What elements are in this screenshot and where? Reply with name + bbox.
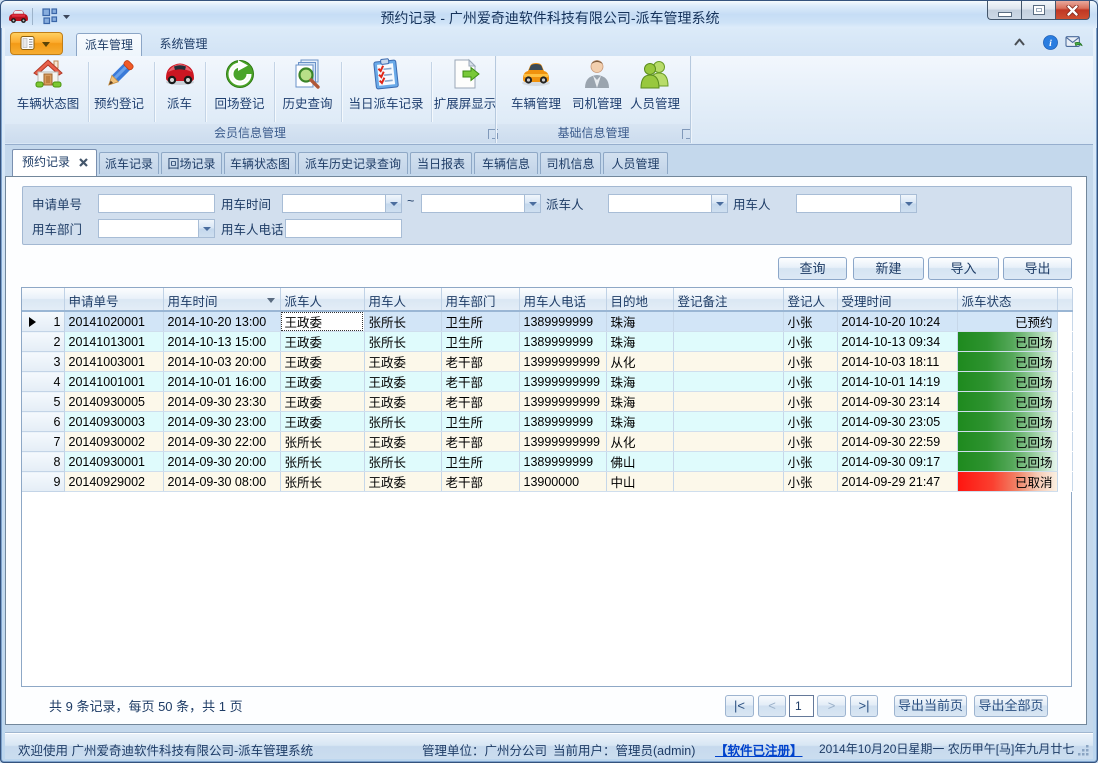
svg-text:i: i [1049, 38, 1052, 49]
